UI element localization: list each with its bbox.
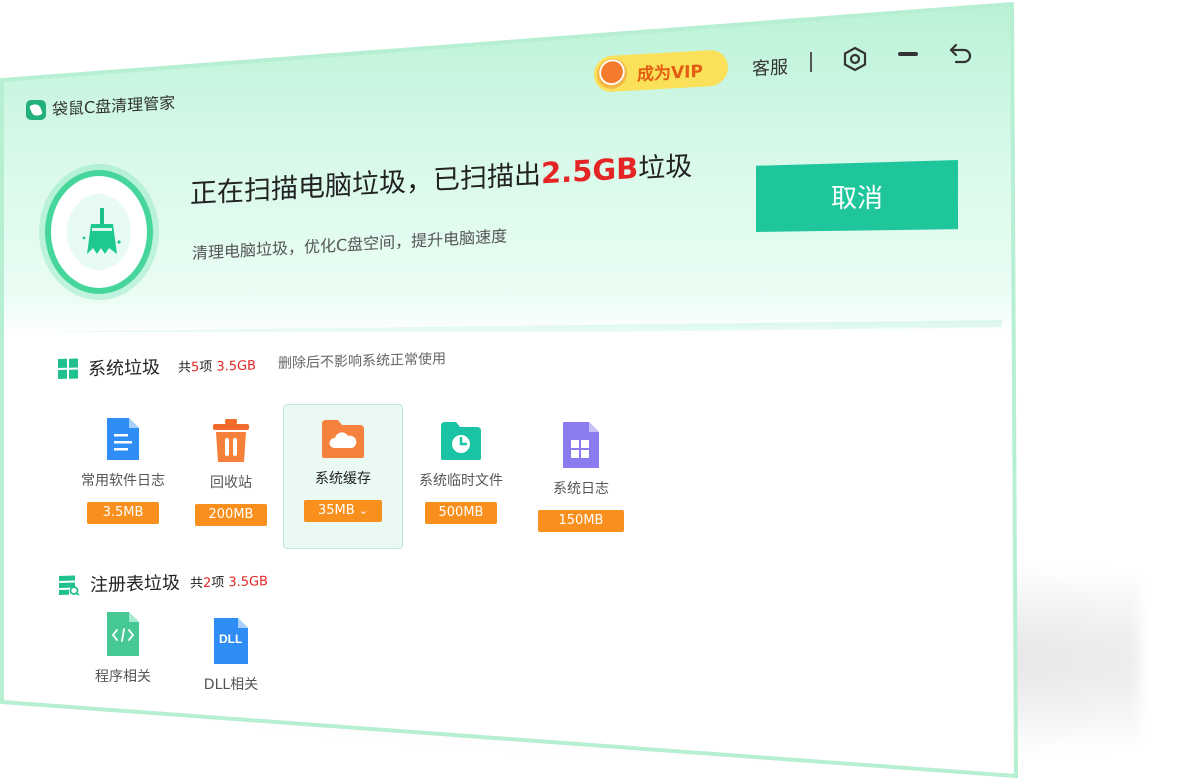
kangaroo-avatar-icon [597,57,627,90]
junk-item-temp-files[interactable]: 系统临时文件 500MB [406,420,516,524]
registry-server-icon [59,575,80,596]
junk-item-system-cache[interactable]: 系统缓存 35MB ⌄ [288,418,398,522]
item-size-badge: 500MB [425,502,497,524]
item-label: 常用软件日志 [81,473,165,489]
scan-progress-ring [45,170,153,294]
app-window: 袋鼠C盘清理管家 成为VIP 客服 正在扫描电脑垃圾，已扫描出2.5GB垃圾 清… [2,3,1017,777]
registry-junk-count: 共2项 3.5GB [190,573,268,591]
system-junk-note: 删除后不影响系统正常使用 [277,351,446,372]
windows-icon [58,358,78,379]
minimize-icon[interactable] [898,52,918,56]
back-arrow-icon[interactable] [948,40,974,66]
become-vip-button[interactable]: 成为VIP [594,49,728,93]
app-title: 袋鼠C盘清理管家 [52,93,176,119]
broom-badge [67,194,131,270]
system-junk-header: 系统垃圾 共5项 3.5GB 删除后不影响系统正常使用 [58,345,446,382]
item-size-badge: 3.5MB [87,502,159,524]
registry-item-dll[interactable]: DLL DLL相关 [176,616,286,694]
vip-label: 成为VIP [637,61,703,85]
registry-junk-header: 注册表垃圾 共2项 3.5GB [58,566,268,598]
code-file-icon [107,612,139,656]
clock-folder-icon [441,422,481,460]
system-junk-title: 系统垃圾 [88,357,160,381]
topbar-separator [810,51,812,73]
item-label: 系统日志 [553,481,609,497]
app-logo-icon [26,100,46,120]
cloud-folder-icon [322,420,364,458]
registry-item-program[interactable]: 程序相关 [68,610,178,686]
scan-title-suffix: 垃圾 [638,150,693,185]
scanned-size: 2.5GB [541,150,639,191]
item-label: 回收站 [210,475,252,491]
customer-service-link[interactable]: 客服 [752,53,788,81]
windows-log-icon [563,422,599,468]
junk-item-system-log[interactable]: 系统日志 150MB [526,420,636,532]
item-label: 系统缓存 [315,471,371,487]
dll-icon-text: DLL [219,632,243,646]
item-label: DLL相关 [203,677,259,693]
item-size-badge: 200MB [195,504,267,526]
broom-icon [82,208,121,254]
item-label: 系统临时文件 [419,473,503,489]
registry-junk-title: 注册表垃圾 [90,572,180,597]
scan-subtitle: 清理电脑垃圾，优化C盘空间，提升电脑速度 [192,226,508,263]
settings-hexagon-icon[interactable] [842,46,868,72]
junk-item-recycle-bin[interactable]: 回收站 200MB [176,418,286,526]
scan-status-title: 正在扫描电脑垃圾，已扫描出2.5GB垃圾 [190,144,692,211]
stage: 袋鼠C盘清理管家 成为VIP 客服 正在扫描电脑垃圾，已扫描出2.5GB垃圾 清… [0,0,1182,780]
item-size-dropdown[interactable]: 35MB ⌄ [304,500,382,522]
cancel-button[interactable]: 取消 [756,160,958,232]
system-junk-count: 共5项 3.5GB [178,357,256,376]
banner-divider [10,320,1002,332]
item-size-badge: 150MB [538,510,624,532]
trash-bin-icon [213,419,249,462]
junk-item-software-log[interactable]: 常用软件日志 3.5MB [68,416,178,524]
scan-title-prefix: 正在扫描电脑垃圾，已扫描出 [190,159,541,210]
document-icon [107,418,139,460]
chevron-down-icon: ⌄ [358,504,369,517]
item-label: 程序相关 [95,669,151,685]
